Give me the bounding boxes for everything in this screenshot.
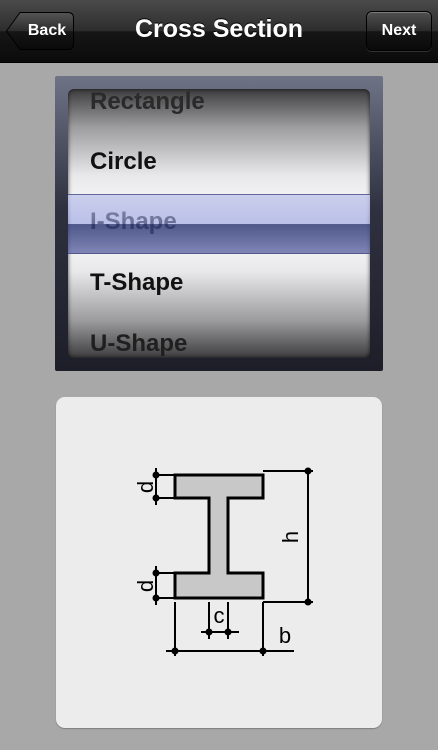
- label-d-top: d: [133, 481, 158, 493]
- navigation-bar: Back Cross Section Next: [0, 0, 438, 63]
- cross-section-diagram-card: d d h c b: [56, 397, 382, 728]
- picker-option-rectangle[interactable]: Rectangle: [68, 89, 370, 132]
- picker-option-i-shape[interactable]: I-Shape: [68, 192, 370, 252]
- label-c: c: [214, 603, 225, 628]
- i-shape-diagram: d d h c b: [133, 467, 313, 656]
- i-beam-shape: [173, 473, 265, 600]
- label-b: b: [279, 623, 291, 648]
- next-button[interactable]: Next: [366, 11, 432, 51]
- picker-option-circle[interactable]: Circle: [68, 132, 370, 192]
- picker-wheel[interactable]: Rectangle Circle I-Shape T-Shape U-Shape: [68, 89, 370, 358]
- picker-option-t-shape[interactable]: T-Shape: [68, 253, 370, 313]
- picker-option-u-shape[interactable]: U-Shape: [68, 314, 370, 358]
- label-h: h: [278, 531, 303, 543]
- shape-picker: Rectangle Circle I-Shape T-Shape U-Shape: [55, 76, 383, 371]
- label-d-bottom: d: [133, 580, 158, 592]
- dimension-b: [166, 602, 294, 656]
